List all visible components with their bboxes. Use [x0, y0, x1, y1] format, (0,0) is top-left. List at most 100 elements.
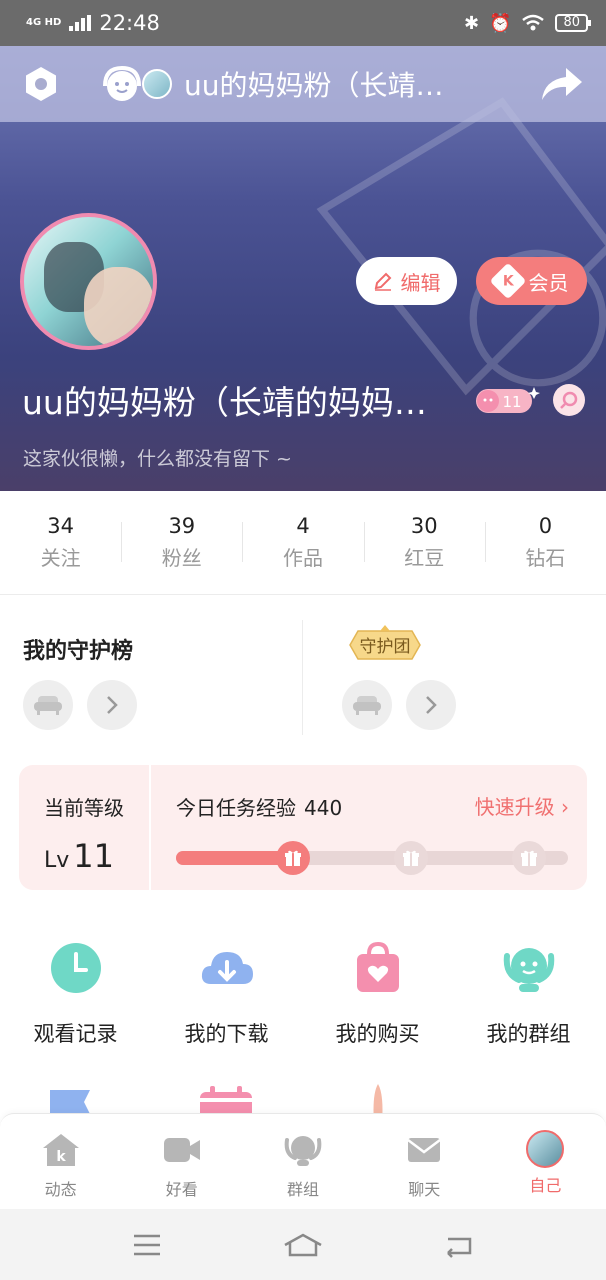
guard-rank-title: 我的守护榜	[23, 639, 134, 664]
stat-following[interactable]: 34 关注	[0, 514, 121, 571]
guard-rank-more-button[interactable]	[87, 680, 137, 730]
tab-label: 群组	[287, 1180, 320, 1199]
menu-label: 我的购买	[335, 1022, 420, 1046]
stat-label: 关注	[40, 546, 81, 570]
menu-label: 观看记录	[33, 1022, 118, 1046]
tab-label: 聊天	[408, 1180, 441, 1199]
edit-button-label: 编辑	[400, 270, 441, 295]
quick-upgrade-link[interactable]: 快速升级 ›	[475, 791, 569, 820]
user-name: uu的妈妈粉（长靖的妈妈…	[22, 383, 427, 422]
video-camera-icon	[163, 1138, 200, 1162]
menu-icon[interactable]	[130, 1231, 164, 1259]
group-icon	[284, 1136, 322, 1166]
edit-profile-button[interactable]: 编辑	[356, 257, 457, 305]
tab-label: 自己	[529, 1176, 562, 1195]
feature-menu: 观看记录 我的下载 我的购买 我的群组	[0, 940, 606, 1050]
battery-indicator: 80	[555, 14, 591, 32]
svg-text:守护团: 守护团	[360, 637, 411, 657]
group-icon	[503, 948, 554, 992]
sofa-icon	[353, 696, 381, 715]
stat-diamonds[interactable]: 0 钻石	[484, 514, 606, 571]
current-level-panel: 当前等级 Lv 11	[19, 765, 151, 890]
chevron-right-icon	[426, 696, 437, 714]
svg-text:k: k	[56, 1149, 66, 1165]
stat-value: 0	[538, 514, 553, 538]
bluetooth-icon: ✱	[463, 12, 480, 34]
top-nav-bar: uu的妈妈粉（长靖…	[0, 46, 606, 122]
stat-label: 钻石	[525, 546, 566, 570]
settings-gear-icon[interactable]	[22, 65, 60, 103]
menu-label: 我的下载	[184, 1022, 269, 1046]
vip-member-button[interactable]: K 会员	[476, 257, 587, 305]
stat-value: 4	[296, 514, 310, 538]
gift-icon[interactable]	[276, 841, 310, 875]
chevron-right-icon	[107, 696, 118, 714]
tab-me[interactable]: 自己	[485, 1114, 606, 1209]
level-card[interactable]: 当前等级 Lv 11 今日任务经验 440 快速升级 ›	[19, 765, 587, 890]
exp-progress-bar	[176, 841, 568, 875]
user-level-badge[interactable]: 11	[474, 385, 540, 417]
nav-title-area: uu的妈妈粉（长靖…	[100, 62, 469, 106]
status-bar: 4G HD 22:48 ✱ ⏰ 80	[0, 0, 606, 46]
vip-button-label: 会员	[528, 270, 569, 295]
mail-icon	[407, 1138, 441, 1162]
nav-avatar	[142, 69, 172, 99]
stat-red-beans[interactable]: 30 红豆	[363, 514, 485, 571]
home-icon[interactable]	[283, 1231, 323, 1259]
menu-my-downloads[interactable]: 我的下载	[151, 940, 302, 1050]
shopping-bag-icon	[356, 941, 399, 992]
profile-header: uu的妈妈粉（长靖… 编辑 K 会员 uu的妈妈粉（长靖的妈妈… 11 这家伙很…	[0, 46, 606, 491]
status-time: 22:48	[99, 11, 160, 35]
gift-icon[interactable]	[394, 841, 428, 875]
signal-icon	[69, 15, 92, 31]
user-bio: 这家伙很懒，什么都没有留下 ~	[23, 448, 292, 470]
back-icon[interactable]	[442, 1231, 476, 1259]
gift-icon[interactable]	[512, 841, 546, 875]
divider	[302, 620, 303, 735]
guard-team-seat-slot[interactable]	[342, 680, 392, 730]
menu-watch-history[interactable]: 观看记录	[0, 940, 151, 1050]
page-title: uu的妈妈粉（长靖…	[184, 69, 444, 102]
wifi-icon	[522, 14, 545, 31]
tab-feed[interactable]: k 动态	[0, 1114, 121, 1209]
menu-label: 我的群组	[486, 1022, 571, 1046]
guard-team-more-button[interactable]	[406, 680, 456, 730]
profile-avatar[interactable]	[20, 213, 157, 350]
share-arrow-icon[interactable]	[540, 66, 584, 102]
avatar	[526, 1130, 565, 1168]
clock-icon	[50, 943, 101, 993]
daily-task-exp: 今日任务经验 440	[176, 796, 343, 820]
sofa-icon	[34, 696, 62, 715]
guard-seat-slot[interactable]	[23, 680, 73, 730]
tab-label: 好看	[165, 1180, 198, 1199]
current-level-value: Lv 11	[44, 837, 114, 875]
guard-team-badge: 守护团	[349, 625, 421, 660]
stat-label: 粉丝	[161, 546, 202, 570]
tab-chat[interactable]: 聊天	[364, 1114, 485, 1209]
tab-label: 动态	[44, 1180, 77, 1199]
stat-value: 30	[410, 514, 438, 538]
vip-k-icon: K	[489, 262, 526, 300]
magnifier-icon[interactable]	[553, 384, 585, 416]
stat-value: 34	[47, 514, 74, 538]
current-level-label: 当前等级	[44, 796, 124, 820]
mascot-headphone-icon	[103, 65, 141, 101]
bottom-tab-bar: k 动态 好看 群组 聊天 自己	[0, 1113, 606, 1209]
stats-bar: 34 关注 39 粉丝 4 作品 30 红豆 0 钻石	[0, 491, 606, 595]
stat-fans[interactable]: 39 粉丝	[121, 514, 242, 571]
stat-label: 红豆	[404, 546, 445, 570]
menu-my-groups[interactable]: 我的群组	[453, 940, 604, 1050]
alarm-icon: ⏰	[489, 12, 512, 34]
cloud-download-icon	[201, 952, 253, 984]
stat-value: 39	[168, 514, 196, 538]
menu-my-purchases[interactable]: 我的购买	[302, 940, 453, 1050]
pencil-icon	[374, 272, 391, 291]
svg-text:11: 11	[502, 393, 521, 411]
network-indicator: 4G HD	[26, 17, 62, 28]
tab-watch[interactable]: 好看	[121, 1114, 242, 1209]
system-nav-bar	[0, 1209, 606, 1280]
stat-works[interactable]: 4 作品	[242, 514, 363, 571]
stat-label: 作品	[283, 546, 323, 570]
tab-groups[interactable]: 群组	[242, 1114, 363, 1209]
guard-section: 我的守护榜 守护团	[0, 595, 606, 755]
